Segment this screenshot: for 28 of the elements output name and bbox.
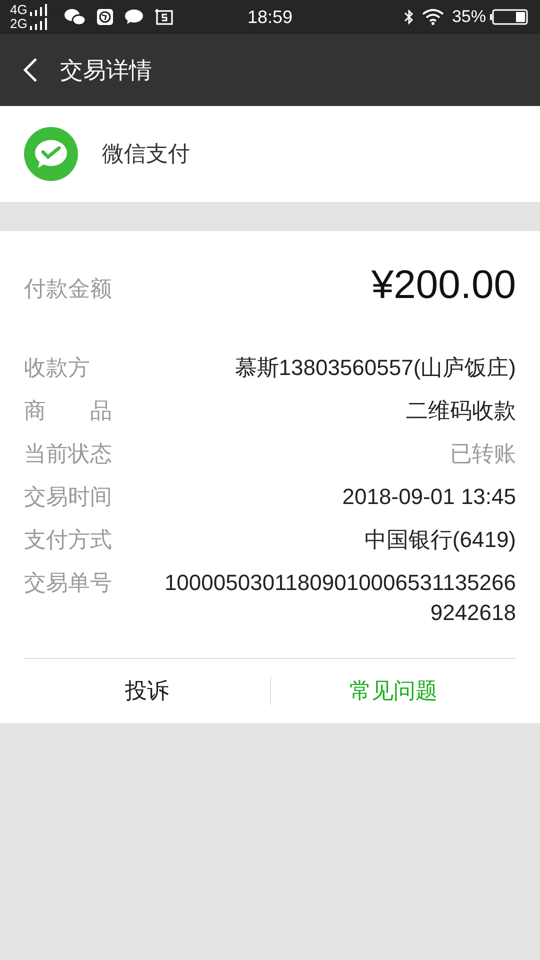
detail-value: 慕斯13803560557(山庐饭庄) [234,354,516,382]
amount-label: 付款金额 [24,275,112,303]
message-icon [124,9,144,25]
clock-time: 18:59 [247,6,293,26]
detail-label: 交易单号 [24,569,112,597]
chat-bubbles-icon [64,8,86,26]
network-type: 2G [10,17,28,31]
payment-logo-icon [24,127,78,181]
battery-icon [490,9,528,25]
detail-label: 收款方 [24,354,90,382]
detail-value: 中国银行(6419) [364,526,516,554]
detail-value: 100005030118090100065311352669242618 [163,569,516,627]
detail-value: 2018-09-01 13:45 [342,483,516,511]
detail-label: 当前状态 [24,440,112,468]
action-button[interactable]: 投诉 [24,668,270,714]
detail-value: 二维码收款 [406,397,516,425]
merchant-name: 微信支付 [102,140,190,168]
battery-percent: 35% [452,7,486,27]
wifi-icon [422,9,444,25]
screenshot-icon [154,8,174,26]
amount-value: ¥200.00 [371,262,516,308]
detail-value: 已转账 [450,440,516,468]
detail-label: 支付方式 [24,526,112,554]
page-title: 交易详情 [60,56,152,84]
network-type: 4G [10,3,28,17]
detail-label: 交易时间 [24,483,112,511]
detail-label: 商 品 [24,397,112,425]
bluetooth-icon [404,8,414,26]
